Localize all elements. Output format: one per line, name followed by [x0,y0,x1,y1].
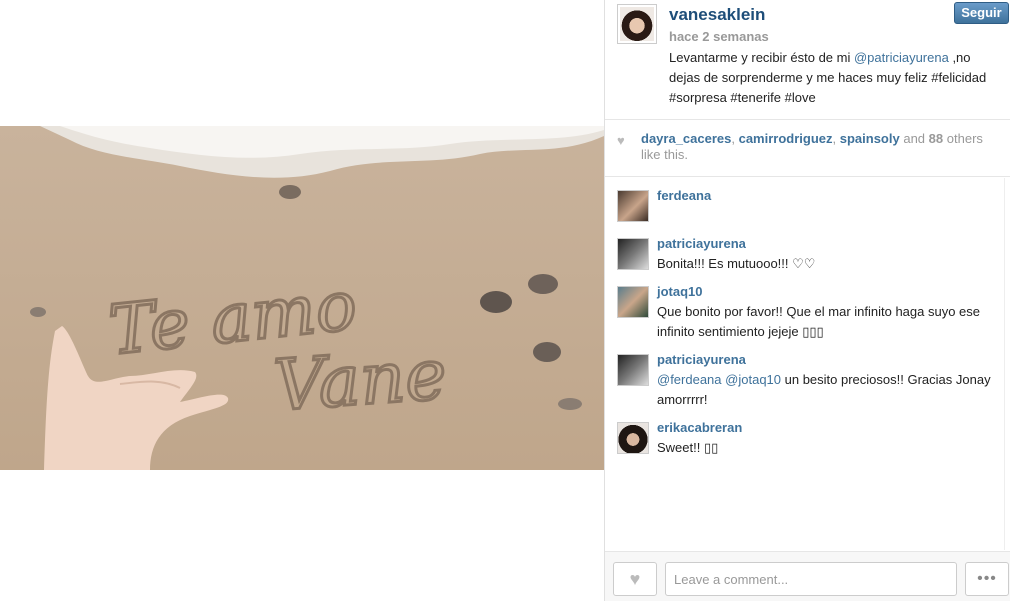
commenter-username[interactable]: ferdeana [657,188,711,203]
sand-writing-line2: Vane [271,333,449,427]
heart-icon: ♥ [629,569,641,589]
author-avatar[interactable] [617,4,657,44]
likes-count[interactable]: 88 [929,131,943,146]
commenter-username[interactable]: patriciayurena [657,236,746,251]
caption-text: Levantarme y recibir ésto de mi [669,50,854,65]
more-options-button[interactable]: ••• [965,562,1009,596]
commenter-username[interactable]: patriciayurena [657,352,746,367]
commenter-avatar[interactable] [617,354,649,386]
liker-link[interactable]: spainsoly [840,131,900,146]
likes-summary: ♥ dayra_caceres, camirrodriguez, spainso… [605,121,1010,177]
like-button[interactable]: ♥ [613,562,657,596]
comments-scrollbar[interactable] [1004,178,1010,550]
comment-text: Sweet!! ▯▯ [657,440,719,455]
post-caption: Levantarme y recibir ésto de mi @patrici… [669,48,1005,108]
commenter-username[interactable]: jotaq10 [657,284,703,299]
liker-link[interactable]: camirrodriguez [739,131,833,146]
comment-text: Bonita!!! Es mutuooo!!! ♡♡ [657,256,816,271]
likes-and-text: and [903,131,926,146]
commenter-avatar[interactable] [617,190,649,222]
comment-text: Que bonito por favor!! Que el mar infini… [657,304,981,339]
photo-area: Te amo Vane [0,0,604,601]
author-username[interactable]: vanesaklein [669,5,765,25]
comments-list[interactable]: ferdeana patriciayurena Bonita!!! Es mut… [605,178,1005,550]
post-detail-panel: vanesaklein hace 2 semanas Seguir Levant… [604,0,1010,601]
comment-mention-link[interactable]: @jotaq10 [725,372,781,387]
liker-link[interactable]: dayra_caceres [641,131,731,146]
beach-photo-image: Te amo Vane [0,126,604,470]
caption-mention-link[interactable]: @patriciayurena [854,50,949,65]
post-header: vanesaklein hace 2 semanas Seguir Levant… [605,0,1010,120]
post-photo[interactable]: Te amo Vane [0,126,604,470]
follow-button[interactable]: Seguir [954,2,1009,24]
commenter-username[interactable]: erikacabreran [657,420,742,435]
comment-footer: ♥ ••• [605,551,1010,601]
comment-text: @ferdeana @jotaq10 un besito preciosos!!… [657,370,997,410]
ellipsis-icon: ••• [977,570,997,587]
comment-input[interactable] [665,562,957,596]
comment-mention-link[interactable]: @ferdeana [657,372,722,387]
commenter-avatar[interactable] [617,286,649,318]
commenter-avatar[interactable] [617,238,649,270]
post-time-ago[interactable]: hace 2 semanas [669,29,769,44]
commenter-avatar[interactable] [617,422,649,454]
heart-icon: ♥ [617,133,625,148]
